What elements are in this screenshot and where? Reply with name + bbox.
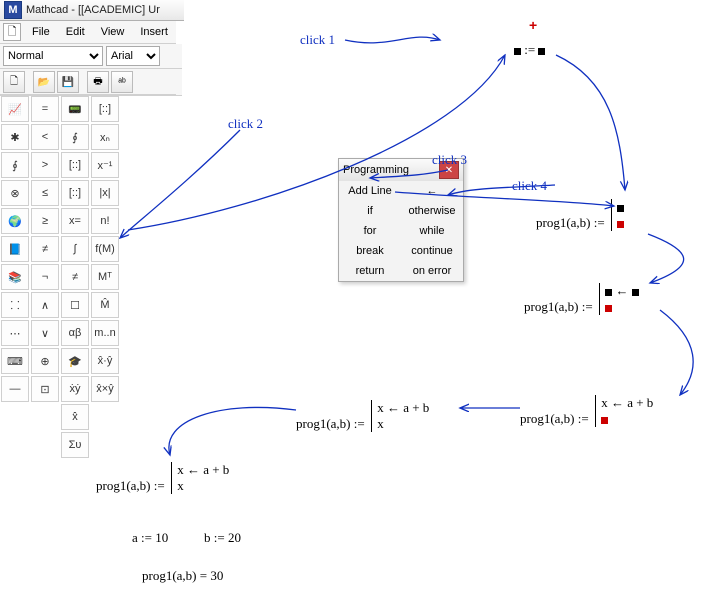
math-step6: prog1(a,b) := x ← a + b x <box>296 400 429 432</box>
programming-item[interactable]: for <box>339 221 401 241</box>
programming-item[interactable]: while <box>401 221 463 241</box>
programming-item[interactable]: Add Line <box>339 181 401 201</box>
palette-button[interactable]: [::] <box>91 96 119 122</box>
palette-button[interactable]: ≠ <box>61 264 89 290</box>
style-select[interactable]: Normal <box>3 46 103 66</box>
palette-col-2: 📟∮[::][::]x=∫≠☐αβ🎓ẋẏẋ̂Συ <box>60 95 90 459</box>
palette-col-1: =<>≤≥≠¬∧∨⊕⊡ <box>30 95 60 459</box>
palette-button[interactable]: x= <box>61 208 89 234</box>
menu-file[interactable]: File <box>24 23 58 41</box>
palette-button[interactable]: ∮ <box>1 152 29 178</box>
palette-button[interactable]: ∮ <box>61 124 89 150</box>
math-step4: prog1(a,b) := ← <box>524 283 639 315</box>
programming-title: Programming <box>343 164 409 176</box>
palette-button[interactable]: — <box>1 376 29 402</box>
palette-button[interactable]: x̂×ŷ <box>91 376 119 402</box>
palette-col-0: 📈✱∮⊗🌍📘📚⸬⋯⌨— <box>0 95 30 459</box>
palette-button[interactable]: Συ <box>61 432 89 458</box>
cursor-cross-icon: + <box>529 17 537 33</box>
palette-button[interactable]: ¬ <box>31 264 59 290</box>
palette-button[interactable]: [::] <box>61 180 89 206</box>
palette-button[interactable]: ≥ <box>31 208 59 234</box>
title-bar: M Mathcad - [[ACADEMIC] Ur <box>0 0 184 21</box>
palette-button[interactable]: 🌍 <box>1 208 29 234</box>
palette-button[interactable]: M̂ <box>91 292 119 318</box>
math-result: prog1(a,b) = 30 <box>142 568 223 584</box>
programming-item[interactable]: return <box>339 261 401 281</box>
palette-button[interactable]: ⊗ <box>1 180 29 206</box>
palette-button[interactable]: ẋẏ <box>61 376 89 402</box>
math-step3: prog1(a,b) := <box>536 199 624 231</box>
math-define-b: b := 20 <box>204 530 241 546</box>
menu-view[interactable]: View <box>93 23 133 41</box>
palette-button[interactable]: 📟 <box>61 96 89 122</box>
palette-button[interactable]: ∧ <box>31 292 59 318</box>
palette-button[interactable]: < <box>31 124 59 150</box>
standard-toolbar: 🗋 📂 💾 🖶 ᵃᵇ <box>0 69 182 96</box>
open-button[interactable]: 📂 <box>33 71 55 93</box>
menu-edit[interactable]: Edit <box>58 23 93 41</box>
palette-button[interactable]: > <box>31 152 59 178</box>
programming-item[interactable]: on error <box>401 261 463 281</box>
palette-button[interactable]: ⌨ <box>1 348 29 374</box>
palette-button[interactable]: Mᵀ <box>91 264 119 290</box>
annotation-click1: click 1 <box>300 32 335 48</box>
palette-button[interactable]: ⸬ <box>1 292 29 318</box>
palette-button[interactable]: ≤ <box>31 180 59 206</box>
menu-insert[interactable]: Insert <box>132 23 176 41</box>
app-icon: M <box>4 1 22 19</box>
math-step7: prog1(a,b) := x ← a + b x <box>96 462 229 494</box>
font-select[interactable]: Arial <box>106 46 160 66</box>
palette-button[interactable]: ⋯ <box>1 320 29 346</box>
palette-button[interactable]: x⁻¹ <box>91 152 119 178</box>
palette-button[interactable]: xₙ <box>91 124 119 150</box>
math-palettes: 📈✱∮⊗🌍📘📚⸬⋯⌨— =<>≤≥≠¬∧∨⊕⊡ 📟∮[::][::]x=∫≠☐α… <box>0 94 176 459</box>
palette-button[interactable]: ≠ <box>31 236 59 262</box>
programming-item[interactable]: if <box>339 201 401 221</box>
palette-button[interactable]: = <box>31 96 59 122</box>
save-button[interactable]: 💾 <box>57 71 79 93</box>
palette-button[interactable]: 📈 <box>1 96 29 122</box>
palette-button[interactable]: ⊡ <box>31 376 59 402</box>
format-bar: Normal Arial <box>0 44 182 69</box>
palette-button[interactable]: 📘 <box>1 236 29 262</box>
menu-bar: 🗋 File Edit View Insert <box>0 21 176 44</box>
palette-button[interactable]: αβ <box>61 320 89 346</box>
app-window: M Mathcad - [[ACADEMIC] Ur 🗋 File Edit V… <box>0 0 716 610</box>
palette-button[interactable]: m..n <box>91 320 119 346</box>
programming-item[interactable]: continue <box>401 241 463 261</box>
print-button[interactable]: 🖶 <box>87 71 109 93</box>
palette-button[interactable]: ẋ̂ <box>61 404 89 430</box>
palette-button[interactable]: ☐ <box>61 292 89 318</box>
math-step1: := <box>514 42 545 58</box>
programming-item[interactable]: otherwise <box>401 201 463 221</box>
palette-button[interactable]: ⊕ <box>31 348 59 374</box>
window-title: Mathcad - [[ACADEMIC] Ur <box>26 4 160 16</box>
palette-button[interactable]: x̂·ŷ <box>91 348 119 374</box>
new-button[interactable]: 🗋 <box>3 71 25 93</box>
palette-button[interactable]: ∫ <box>61 236 89 262</box>
annotation-click3: click 3 <box>432 152 467 168</box>
spell-button[interactable]: ᵃᵇ <box>111 71 133 93</box>
programming-body: Add Line←ifotherwiseforwhilebreakcontinu… <box>339 181 463 281</box>
math-step5: prog1(a,b) := x ← a + b <box>520 395 653 427</box>
palette-button[interactable]: [::] <box>61 152 89 178</box>
palette-button[interactable]: n! <box>91 208 119 234</box>
palette-button[interactable]: 🎓 <box>61 348 89 374</box>
palette-button[interactable]: 📚 <box>1 264 29 290</box>
palette-button[interactable]: ∨ <box>31 320 59 346</box>
palette-button[interactable]: f(M) <box>91 236 119 262</box>
math-define-a: a := 10 <box>132 530 168 546</box>
annotation-click4: click 4 <box>512 178 547 194</box>
annotation-click2: click 2 <box>228 116 263 132</box>
programming-toolbar[interactable]: Programming ✕ Add Line←ifotherwiseforwhi… <box>338 158 464 282</box>
palette-col-3: [::]xₙx⁻¹|x|n!f(M)MᵀM̂m..nx̂·ŷx̂×ŷ <box>90 95 120 459</box>
programming-item[interactable]: ← <box>401 181 463 201</box>
palette-button[interactable]: |x| <box>91 180 119 206</box>
doc-icon[interactable]: 🗋 <box>3 23 21 41</box>
palette-button[interactable]: ✱ <box>1 124 29 150</box>
programming-item[interactable]: break <box>339 241 401 261</box>
